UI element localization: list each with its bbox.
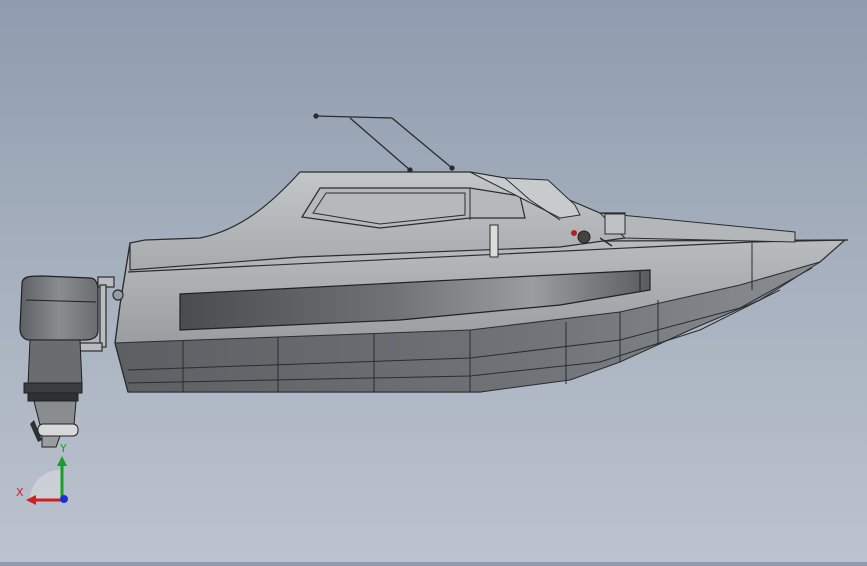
- throttle-icon: [571, 230, 577, 236]
- boat-model[interactable]: [0, 0, 867, 562]
- x-axis-label: X: [16, 486, 24, 499]
- coordinate-triad: [26, 456, 68, 505]
- outboard-motor[interactable]: [19, 275, 99, 448]
- helm-post: [489, 224, 499, 258]
- graphics-viewport[interactable]: X Y: [0, 0, 867, 562]
- roof-rails: [313, 113, 455, 173]
- steering-wheel-icon: [577, 230, 591, 244]
- z-axis-dot: [60, 495, 68, 503]
- y-axis-label: Y: [60, 442, 67, 455]
